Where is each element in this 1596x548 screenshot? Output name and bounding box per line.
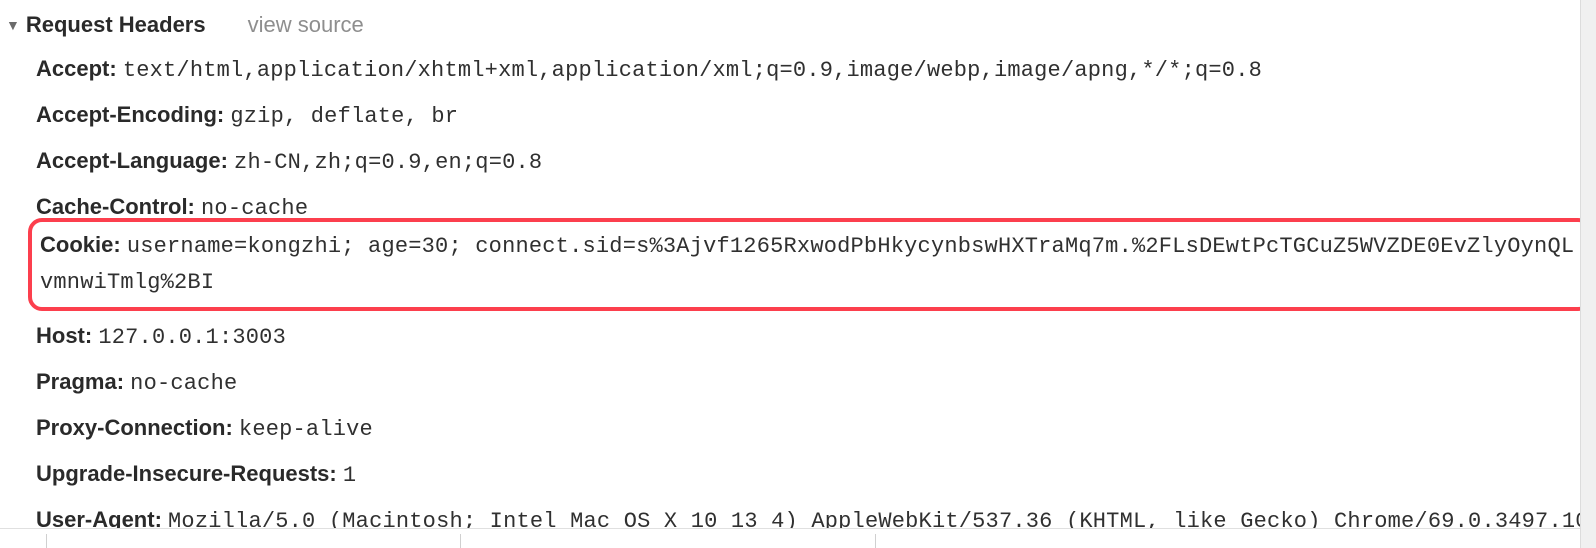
header-entries: Accept: text/html,application/xhtml+xml,…	[0, 52, 1596, 548]
header-name: Cache-Control:	[36, 194, 195, 219]
devtools-request-headers-panel: ▼ Request Headers view source Accept: te…	[0, 0, 1596, 548]
section-title: Request Headers	[26, 12, 206, 38]
header-value: gzip, deflate, br	[230, 104, 458, 129]
highlighted-region: Cookie: username=kongzhi; age=30; connec…	[28, 218, 1592, 310]
header-name: Pragma:	[36, 369, 124, 394]
header-value: 127.0.0.1:3003	[98, 325, 286, 350]
footer-tick	[46, 534, 47, 548]
header-value: text/html,application/xhtml+xml,applicat…	[123, 58, 1262, 83]
header-value: zh-CN,zh;q=0.9,en;q=0.8	[234, 150, 542, 175]
view-source-link[interactable]: view source	[248, 12, 364, 38]
header-value: keep-alive	[239, 417, 373, 442]
header-name: Accept-Encoding:	[36, 102, 224, 127]
header-value: no-cache	[130, 371, 237, 396]
header-accept-language: Accept-Language: zh-CN,zh;q=0.9,en;q=0.8	[36, 144, 1592, 180]
footer-tick	[460, 534, 461, 548]
header-name: Cookie:	[40, 232, 121, 257]
header-pragma: Pragma: no-cache	[36, 365, 1592, 401]
section-header[interactable]: ▼ Request Headers view source	[0, 10, 1596, 46]
header-name: Upgrade-Insecure-Requests:	[36, 461, 337, 486]
header-accept: Accept: text/html,application/xhtml+xml,…	[36, 52, 1592, 88]
header-cookie: Cookie: username=kongzhi; age=30; connec…	[40, 228, 1584, 300]
header-proxy-connection: Proxy-Connection: keep-alive	[36, 411, 1592, 447]
disclosure-triangle-icon[interactable]: ▼	[6, 17, 20, 33]
scrollbar-track[interactable]	[1580, 0, 1596, 548]
header-accept-encoding: Accept-Encoding: gzip, deflate, br	[36, 98, 1592, 134]
header-host: Host: 127.0.0.1:3003	[36, 319, 1592, 355]
header-value: username=kongzhi; age=30; connect.sid=s%…	[40, 234, 1574, 295]
footer-divider	[0, 528, 1580, 548]
header-upgrade-insecure-requests: Upgrade-Insecure-Requests: 1	[36, 457, 1592, 493]
header-name: Accept:	[36, 56, 117, 81]
footer-tick	[875, 534, 876, 548]
header-name: Host:	[36, 323, 92, 348]
header-name: Accept-Language:	[36, 148, 228, 173]
header-value: 1	[343, 463, 356, 488]
header-name: Proxy-Connection:	[36, 415, 233, 440]
